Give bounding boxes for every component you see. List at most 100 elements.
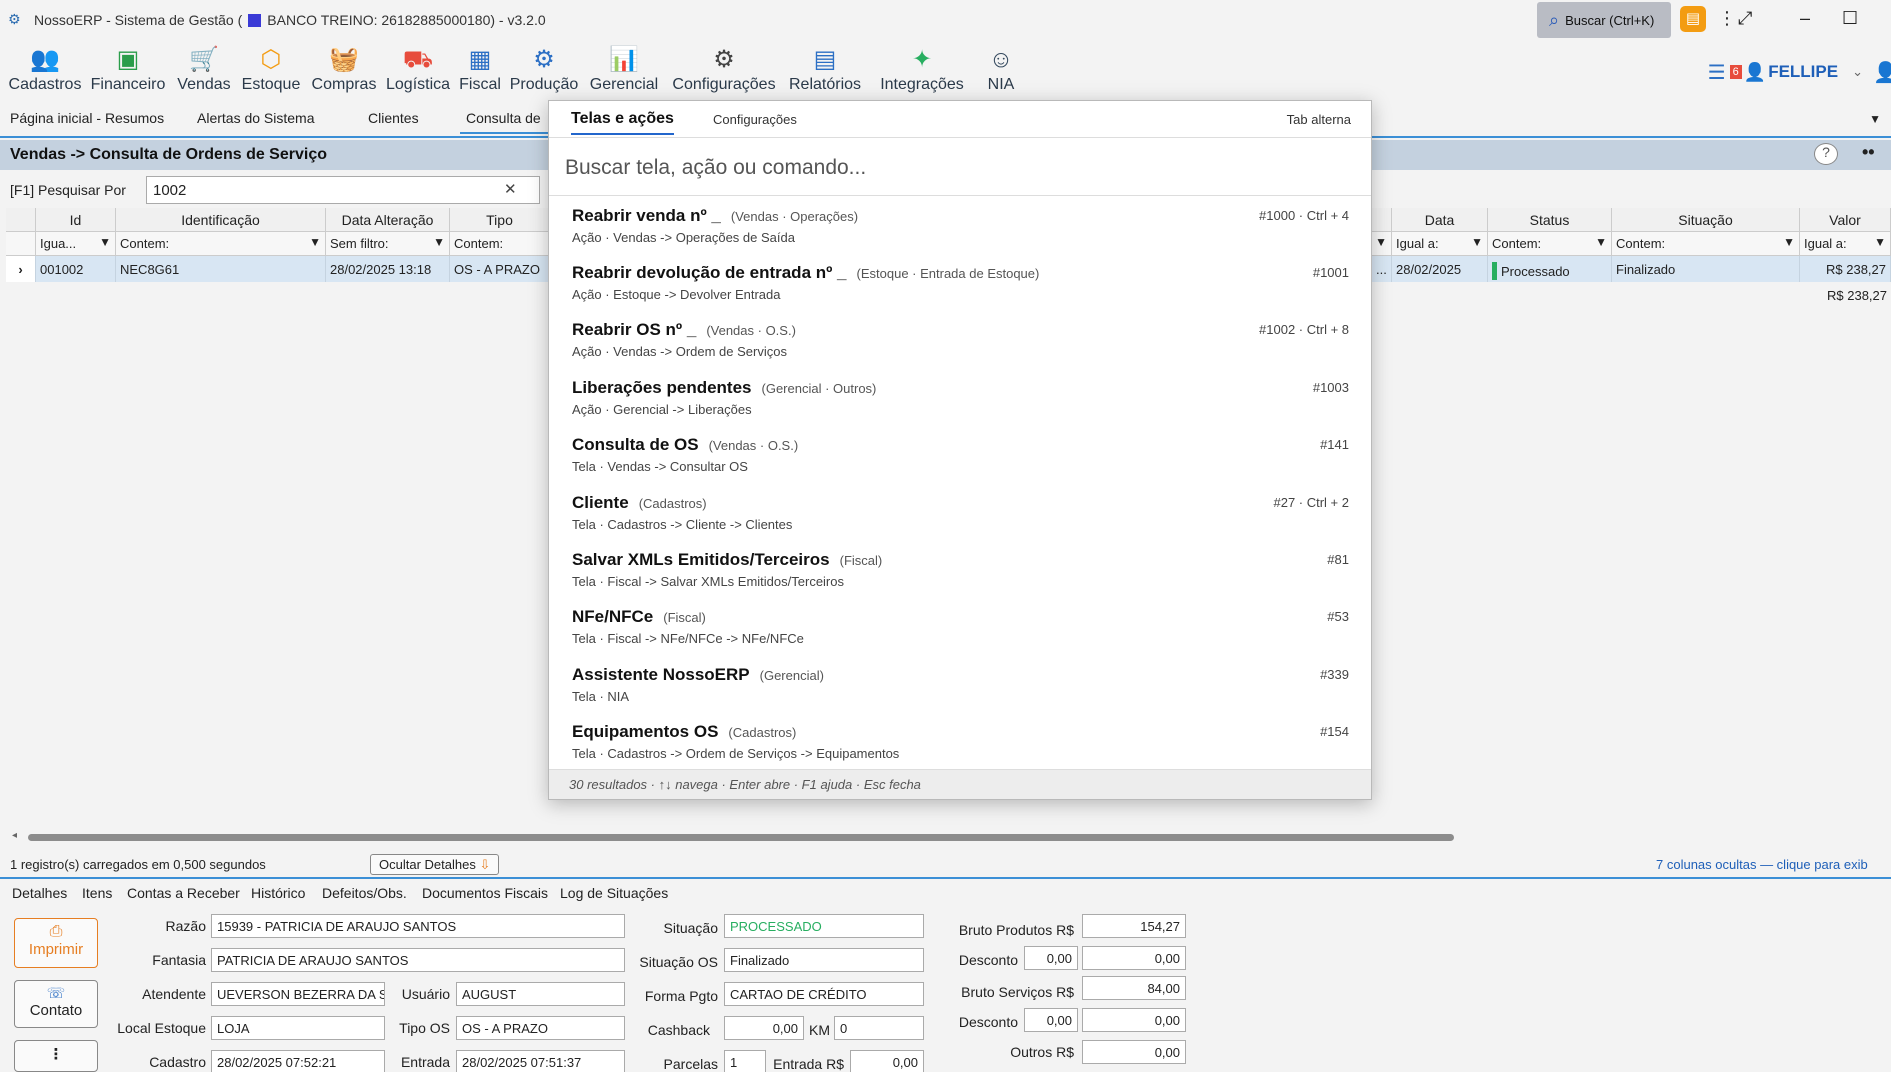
- search-input[interactable]: 1002: [146, 176, 540, 204]
- tab-defeitos[interactable]: Defeitos/Obs.: [322, 885, 407, 901]
- filter-icon[interactable]: ▼: [1874, 235, 1886, 249]
- filter-icon[interactable]: ▼: [1471, 235, 1483, 249]
- ribbon-estoque[interactable]: ⬡ Estoque: [240, 44, 302, 94]
- scroll-left-icon[interactable]: ◂: [12, 830, 17, 841]
- filter-data[interactable]: Igual a: ▼: [1392, 232, 1488, 256]
- fullscreen-icon[interactable]: ⤢: [1738, 8, 1752, 29]
- tab-itens[interactable]: Itens: [82, 885, 112, 901]
- palette-tab-telas-acoes[interactable]: Telas e ações: [571, 110, 674, 135]
- palette-item[interactable]: Liberações pendentes (Gerencial · Outros)…: [549, 369, 1371, 426]
- minimize-icon[interactable]: –: [1800, 8, 1810, 29]
- usuario-field[interactable]: AUGUST: [456, 982, 625, 1006]
- desconto-produtos-pct-field[interactable]: 0,00: [1024, 946, 1078, 970]
- palette-item[interactable]: Reabrir OS nº _ (Vendas · O.S.) Ação · Ve…: [549, 311, 1371, 368]
- cell-id[interactable]: 001002: [36, 256, 116, 282]
- filter-situacao[interactable]: Contem: ▼: [1612, 232, 1800, 256]
- filter-id[interactable]: Igua... ▼: [36, 232, 116, 256]
- km-field[interactable]: 0: [834, 1016, 924, 1040]
- palette-item[interactable]: Reabrir devolução de entrada nº _ (Estoqu…: [549, 254, 1371, 311]
- desconto-servicos-field[interactable]: 0,00: [1082, 1008, 1186, 1032]
- local-estoque-field[interactable]: LOJA: [211, 1016, 385, 1040]
- user-name[interactable]: FELLIPE: [1768, 62, 1838, 82]
- clear-search-icon[interactable]: ✕: [504, 180, 517, 198]
- entrada-rs-field[interactable]: 0,00: [850, 1050, 924, 1072]
- column-header-data[interactable]: Data: [1392, 208, 1488, 232]
- horizontal-scrollbar[interactable]: [28, 834, 1454, 841]
- filter-icon[interactable]: ▼: [433, 235, 445, 249]
- ribbon-nia[interactable]: ☺ NIA: [984, 44, 1018, 94]
- tab-clientes[interactable]: Clientes: [368, 110, 419, 126]
- tab-pagina-inicial[interactable]: Página inicial - Resumos: [10, 110, 164, 126]
- row-expand-icon[interactable]: ›: [6, 256, 36, 282]
- tab-consulta-os[interactable]: Consulta de: [460, 110, 550, 134]
- cadastro-field[interactable]: 28/02/2025 07:52:21: [211, 1050, 385, 1072]
- palette-item[interactable]: Reabrir venda nº _ (Vendas · Operações) A…: [549, 197, 1371, 254]
- cell-hidden[interactable]: ...: [1372, 256, 1392, 282]
- cell-data-alteracao[interactable]: 28/02/2025 13:18: [326, 256, 450, 282]
- more-actions-button[interactable]: ⋮: [14, 1040, 98, 1072]
- tab-documentos-fiscais[interactable]: Documentos Fiscais: [422, 885, 548, 901]
- ribbon-cadastros[interactable]: 👥 Cadastros: [8, 44, 82, 94]
- tab-alertas[interactable]: Alertas do Sistema: [197, 110, 315, 126]
- filter-icon[interactable]: ▼: [99, 235, 111, 249]
- tabs-dropdown-icon[interactable]: ▼: [1869, 112, 1881, 126]
- column-header-tipo[interactable]: Tipo: [450, 208, 550, 232]
- cell-situacao[interactable]: Finalizado: [1612, 256, 1800, 282]
- situacao-os-field[interactable]: Finalizado: [724, 948, 924, 972]
- forma-pgto-field[interactable]: CARTAO DE CRÉDITO: [724, 982, 924, 1006]
- panel-divider[interactable]: [0, 877, 1891, 879]
- outros-field[interactable]: 0,00: [1082, 1040, 1186, 1064]
- ribbon-configuracoes[interactable]: ⚙ Configurações: [668, 44, 780, 94]
- user-search-icon[interactable]: 👤: [1873, 60, 1891, 85]
- cell-status[interactable]: Processado: [1488, 256, 1612, 282]
- more-horizontal-icon[interactable]: ••: [1862, 142, 1875, 163]
- filter-identificacao[interactable]: Contem: ▼: [116, 232, 326, 256]
- parcelas-field[interactable]: 1: [724, 1050, 766, 1072]
- column-header-id[interactable]: Id: [36, 208, 116, 232]
- filter-icon[interactable]: ▼: [309, 235, 321, 249]
- ribbon-vendas[interactable]: 🛒 Vendas: [176, 44, 232, 94]
- cashback-field[interactable]: 0,00: [724, 1016, 804, 1040]
- cell-data[interactable]: 28/02/2025: [1392, 256, 1488, 282]
- filter-tipo[interactable]: Contem:: [450, 232, 550, 256]
- palette-item[interactable]: NFe/NFCe (Fiscal) Tela · Fiscal -> NFe/NF…: [549, 598, 1371, 655]
- column-header-valor[interactable]: Valor: [1800, 208, 1891, 232]
- cell-valor[interactable]: R$ 238,27: [1800, 256, 1891, 282]
- column-header-status[interactable]: Status: [1488, 208, 1612, 232]
- palette-search-input[interactable]: Buscar tela, ação ou comando...: [549, 138, 1371, 196]
- column-header-data-alteracao[interactable]: Data Alteração: [326, 208, 450, 232]
- column-header-identificacao[interactable]: Identificação: [116, 208, 326, 232]
- atendente-field[interactable]: UEVERSON BEZERRA DA S: [211, 982, 385, 1006]
- help-icon[interactable]: ?: [1814, 143, 1838, 165]
- print-button[interactable]: ⎙ Imprimir: [14, 918, 98, 968]
- filter-icon[interactable]: ▼: [1783, 235, 1795, 249]
- entrada-field[interactable]: 28/02/2025 07:51:37: [456, 1050, 625, 1072]
- filter-hidden[interactable]: ▼: [1372, 232, 1392, 256]
- palette-tab-configuracoes[interactable]: Configurações: [713, 112, 797, 127]
- bruto-servicos-field[interactable]: 84,00: [1082, 976, 1186, 1000]
- desconto-produtos-field[interactable]: 0,00: [1082, 946, 1186, 970]
- filter-icon[interactable]: ▼: [1375, 235, 1387, 249]
- ribbon-integracoes[interactable]: ✦ Integrações: [878, 44, 966, 94]
- cell-identificacao[interactable]: NEC8G61: [116, 256, 326, 282]
- filter-data-alteracao[interactable]: Sem filtro: ▼: [326, 232, 450, 256]
- bruto-produtos-field[interactable]: 154,27: [1082, 914, 1186, 938]
- tab-contas-receber[interactable]: Contas a Receber: [127, 885, 240, 901]
- tab-historico[interactable]: Histórico: [251, 885, 305, 901]
- ribbon-compras[interactable]: 🧺 Compras: [310, 44, 378, 94]
- filter-valor[interactable]: Igual a: ▼: [1800, 232, 1891, 256]
- global-search-button[interactable]: ⌕ Buscar (Ctrl+K): [1537, 2, 1671, 38]
- ribbon-fiscal[interactable]: ▦ Fiscal: [458, 44, 502, 94]
- fantasia-field[interactable]: PATRICIA DE ARAUJO SANTOS: [211, 948, 625, 972]
- tab-detalhes[interactable]: Detalhes: [12, 885, 67, 901]
- hide-details-button[interactable]: Ocultar Detalhes ⇩: [370, 854, 500, 875]
- ribbon-gerencial[interactable]: 📊 Gerencial: [588, 44, 660, 94]
- palette-item[interactable]: Consulta de OS (Vendas · O.S.) Tela · Ven…: [549, 426, 1371, 483]
- palette-item[interactable]: Equipamentos OS (Cadastros) Tela · Cadast…: [549, 713, 1371, 770]
- ribbon-financeiro[interactable]: ▣ Financeiro: [90, 44, 166, 94]
- ribbon-logistica[interactable]: ⛟ Logística: [386, 44, 450, 94]
- palette-item[interactable]: Salvar XMLs Emitidos/Terceiros (Fiscal) T…: [549, 541, 1371, 598]
- situacao-field[interactable]: PROCESSADO: [724, 914, 924, 938]
- desconto-servicos-pct-field[interactable]: 0,00: [1024, 1008, 1078, 1032]
- filter-status[interactable]: Contem: ▼: [1488, 232, 1612, 256]
